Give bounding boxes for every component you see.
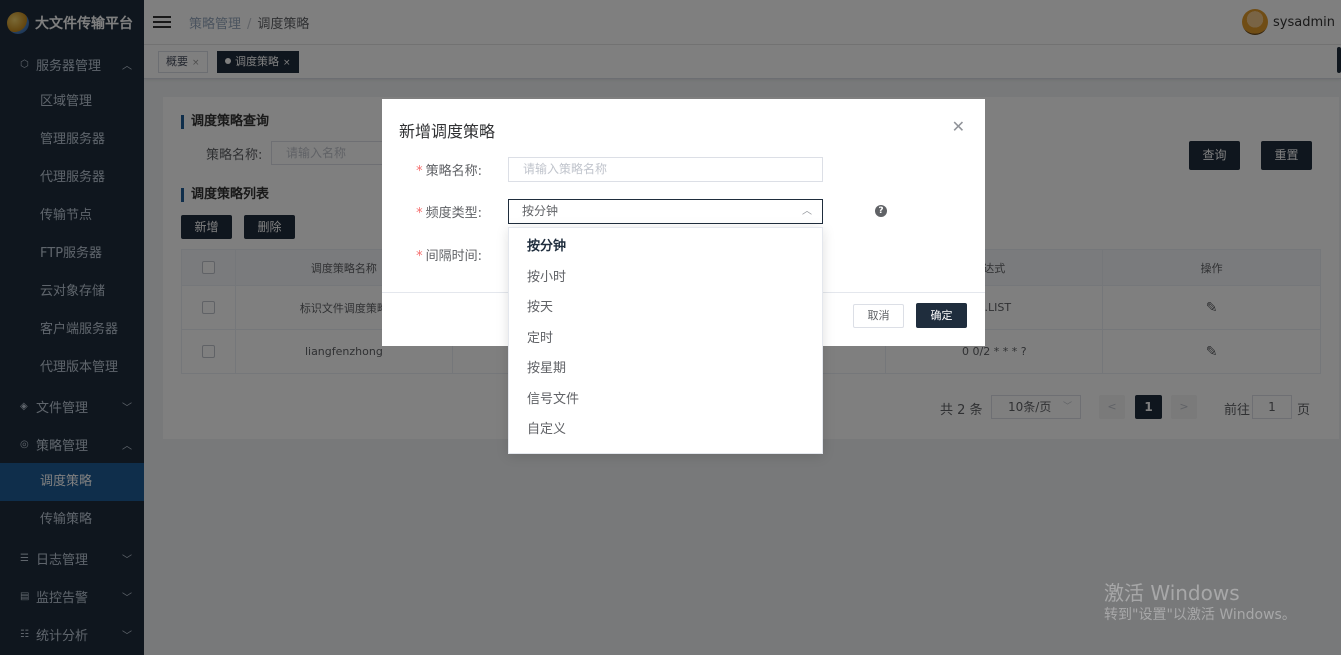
option-timed[interactable]: 定时 [509,324,822,355]
policy-name-input[interactable]: 请输入策略名称 [508,157,823,182]
cancel-button[interactable]: 取消 [853,304,904,328]
freq-type-dropdown: 按分钟 按小时 按天 定时 按星期 信号文件 自定义 [508,227,823,454]
interval-label: * 间隔时间: [416,249,482,264]
dialog-title: 新增调度策略 [399,122,496,141]
option-hour[interactable]: 按小时 [509,263,822,294]
option-week[interactable]: 按星期 [509,354,822,385]
chevron-up-icon: ︿ [802,206,812,217]
policy-name-label: * 策略名称: [416,164,482,179]
option-custom[interactable]: 自定义 [509,415,822,446]
confirm-button[interactable]: 确定 [916,303,967,328]
help-icon[interactable]: ? [875,205,887,217]
freq-type-value: 按分钟 [522,204,559,218]
activation-watermark-title: 激活 Windows [1104,581,1240,605]
option-signal-file[interactable]: 信号文件 [509,385,822,416]
option-minute[interactable]: 按分钟 [509,232,822,263]
option-day[interactable]: 按天 [509,293,822,324]
close-icon[interactable]: ✕ [952,117,965,136]
activation-watermark-subtitle: 转到"设置"以激活 Windows。 [1104,607,1296,623]
freq-type-select[interactable]: 按分钟 ︿ [508,199,823,224]
freq-type-label: * 频度类型: [416,206,482,221]
